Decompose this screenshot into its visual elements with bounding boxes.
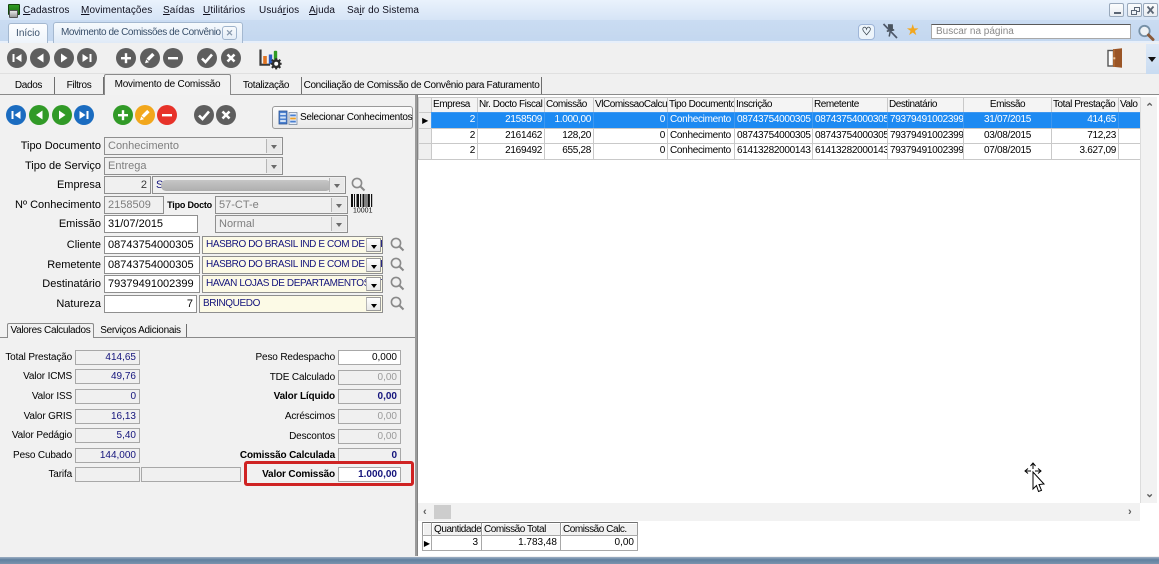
svg-text:10001: 10001 (353, 208, 373, 214)
